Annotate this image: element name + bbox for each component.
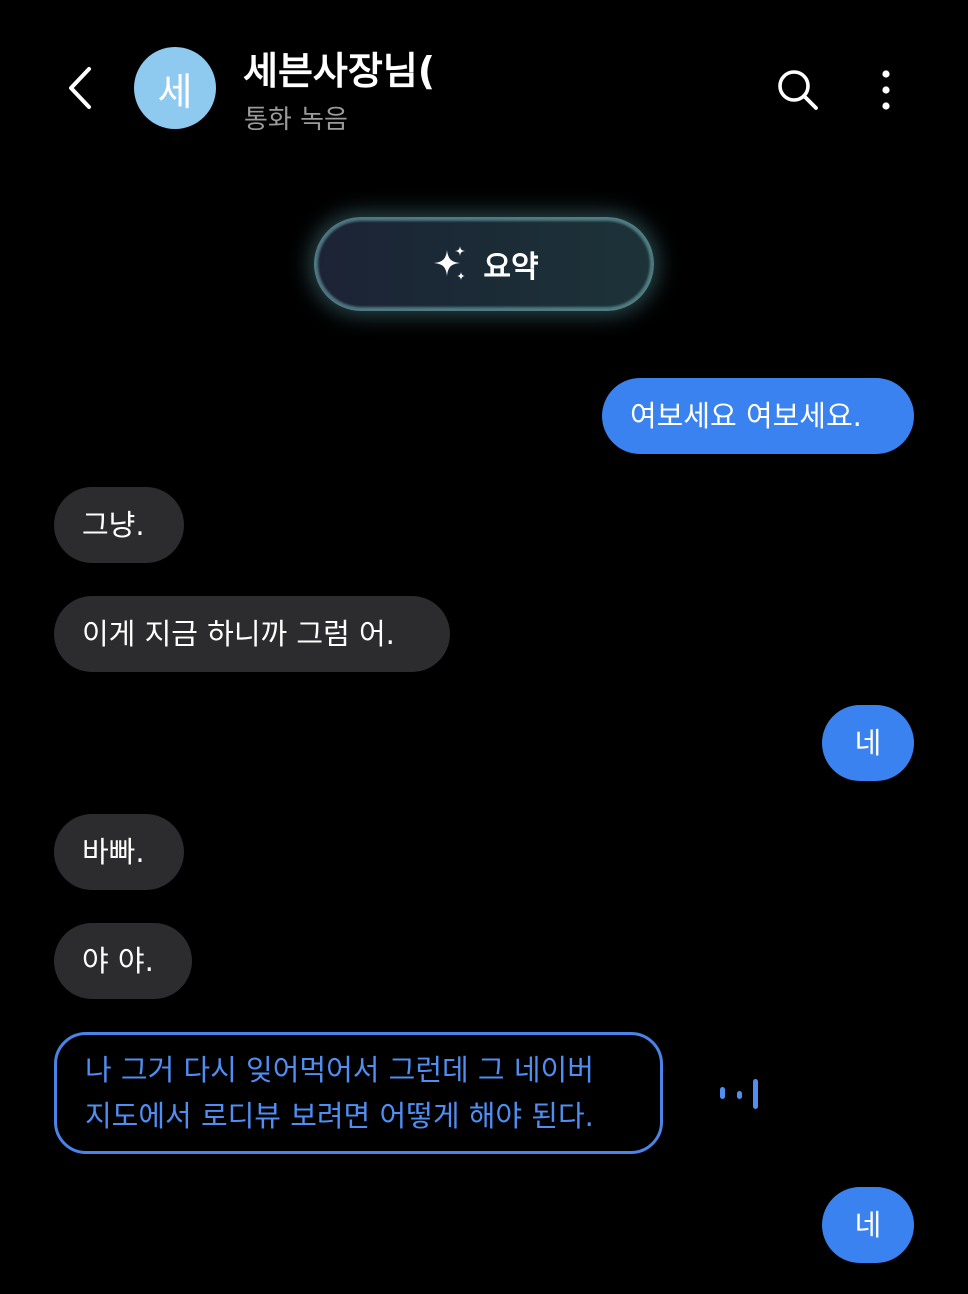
message-text: 네 bbox=[854, 1208, 882, 1242]
more-vertical-icon bbox=[882, 70, 890, 110]
summary-label: 요약 bbox=[483, 250, 539, 285]
app-header: 세 세븐사장님( 통화 녹음 bbox=[0, 0, 968, 170]
message-bubble-incoming[interactable]: 바빠. bbox=[54, 814, 184, 890]
more-options-button[interactable] bbox=[862, 64, 910, 116]
message-bubble-outgoing[interactable]: 네 bbox=[822, 1187, 914, 1263]
message-text: 그냥. bbox=[82, 508, 145, 542]
message-text-line-2: 지도에서 로디뷰 보려면 어떻게 해야 된다. bbox=[85, 1099, 594, 1133]
message-text: 네 bbox=[854, 726, 882, 760]
message-text: 바빠. bbox=[82, 835, 145, 869]
search-icon bbox=[778, 70, 818, 110]
message-text: 여보세요 여보세요. bbox=[630, 399, 862, 433]
sparkle-icon bbox=[434, 246, 466, 280]
message-text-line-1: 나 그거 다시 잊어먹어서 그런데 그 네이버 bbox=[85, 1053, 594, 1087]
message-bubble-incoming[interactable]: 그냥. bbox=[54, 487, 184, 563]
message-bubble-incoming[interactable]: 야 야. bbox=[54, 923, 192, 999]
chevron-left-icon bbox=[69, 67, 91, 109]
message-text: 이게 지금 하니까 그럼 어. bbox=[82, 617, 395, 651]
avatar-initial: 세 bbox=[157, 69, 193, 114]
avatar[interactable]: 세 bbox=[134, 47, 216, 129]
audio-playing-icon bbox=[720, 1079, 758, 1109]
contact-name: 세븐사장님( bbox=[243, 49, 436, 93]
summary-button[interactable]: 요약 bbox=[314, 217, 654, 311]
message-bubble-incoming[interactable]: 이게 지금 하니까 그럼 어. bbox=[54, 596, 450, 672]
message-text: 야 야. bbox=[82, 944, 154, 978]
message-bubble-playing[interactable]: 나 그거 다시 잊어먹어서 그런데 그 네이버 지도에서 로디뷰 보려면 어떻게… bbox=[54, 1032, 663, 1154]
search-button[interactable] bbox=[772, 64, 824, 116]
message-bubble-outgoing[interactable]: 네 bbox=[822, 705, 914, 781]
message-bubble-outgoing[interactable]: 여보세요 여보세요. bbox=[602, 378, 914, 454]
recording-label: 통화 녹음 bbox=[244, 105, 348, 135]
back-button[interactable] bbox=[52, 58, 108, 118]
